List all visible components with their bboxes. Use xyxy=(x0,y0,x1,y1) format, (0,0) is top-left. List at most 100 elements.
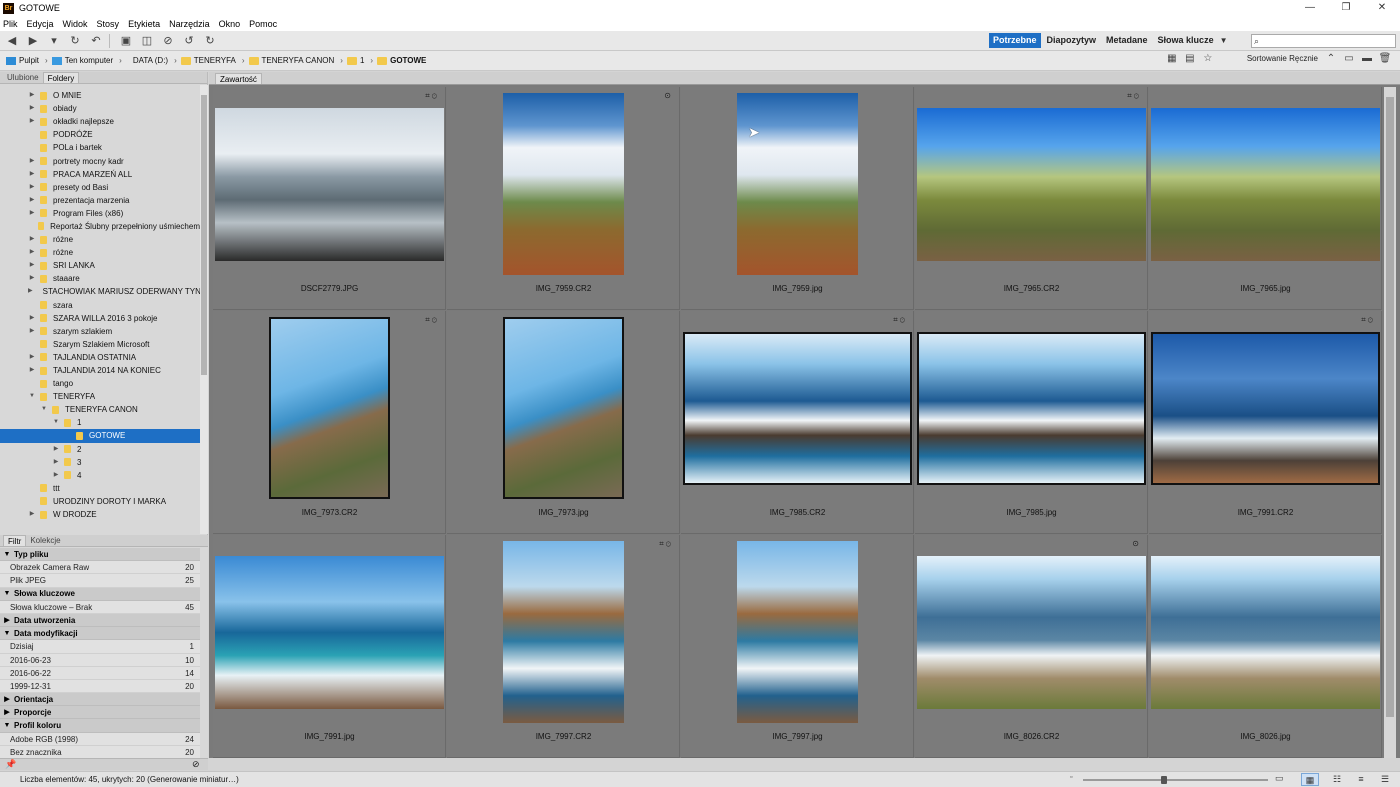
menu-stosy[interactable]: Stosy xyxy=(97,19,120,29)
breadcrumb-separator-icon[interactable]: › xyxy=(45,56,48,65)
thumbnail-filename[interactable]: IMG_7973.CR2 xyxy=(213,508,446,517)
folder-tree-item[interactable]: Szarym Szlakiem Microsoft xyxy=(0,338,200,351)
thumbnail-filename[interactable]: IMG_8026.jpg xyxy=(1149,732,1382,741)
breadcrumb-item[interactable]: DATA (D:) xyxy=(126,56,168,65)
forward-icon[interactable]: ▶ xyxy=(24,33,42,49)
folder-tree-item[interactable]: ▶ W DRODZE xyxy=(0,508,200,521)
workspace-diapozytyw[interactable]: Diapozytyw xyxy=(1043,33,1101,48)
menu-pomoc[interactable]: Pomoc xyxy=(249,19,277,29)
view-list-icon[interactable]: ≡ xyxy=(1352,773,1370,786)
breadcrumb-item[interactable]: 1 xyxy=(346,56,364,65)
tab-favorites[interactable]: Ulubione xyxy=(3,72,43,83)
rotate-right-icon[interactable]: ↻ xyxy=(201,33,219,49)
folder-tree-item[interactable]: szara xyxy=(0,299,200,312)
collapse-icon[interactable]: ▼ xyxy=(0,587,14,600)
menu-widok[interactable]: Widok xyxy=(63,19,88,29)
rotate-left-icon[interactable]: ↺ xyxy=(180,33,198,49)
filter-item[interactable]: Plik JPEG 25 xyxy=(0,574,200,588)
thumbnail-cell[interactable]: IMG_7965.jpg xyxy=(1149,87,1382,310)
thumbnail-image[interactable] xyxy=(215,556,444,709)
expanded-icon[interactable]: ▼ xyxy=(52,416,60,429)
filter-group-header[interactable]: ▼ Profil koloru xyxy=(0,719,200,733)
expand-icon[interactable]: ▶ xyxy=(28,194,36,207)
search-input[interactable] xyxy=(1261,36,1382,46)
breadcrumb-item[interactable]: TENERYFA CANON xyxy=(248,56,334,65)
expand-icon[interactable]: ▶ xyxy=(0,706,14,719)
folder-tree-item[interactable]: URODZINY DOROTY I MARKA xyxy=(0,495,200,508)
search-box[interactable]: ⌕ xyxy=(1251,34,1396,48)
collapse-icon[interactable]: ▼ xyxy=(0,548,14,561)
thumbnail-cell[interactable]: IMG_7997.jpg xyxy=(681,535,914,758)
thumbnail-image[interactable] xyxy=(503,541,624,723)
menu-narzedzia[interactable]: Narzędzia xyxy=(169,19,210,29)
thumbnail-filename[interactable]: IMG_7965.jpg xyxy=(1149,284,1382,293)
folder-tree-item[interactable]: ▶ 3 xyxy=(0,456,200,469)
folder-tree-item[interactable]: ▶ STACHOWIAK MARIUSZ ODERWANY TYN xyxy=(0,285,200,298)
breadcrumb-item[interactable]: TENERYFA xyxy=(180,56,236,65)
thumbnail-size-slider[interactable] xyxy=(1083,776,1268,784)
folder-tree-item[interactable]: ▶ portrety mocny kadr xyxy=(0,154,200,167)
filter-group-header[interactable]: ▶ Data utworzenia xyxy=(0,613,200,628)
collapse-icon[interactable]: ▼ xyxy=(0,627,14,640)
breadcrumb-item[interactable]: GOTOWE xyxy=(377,56,426,65)
menu-plik[interactable]: Plik xyxy=(3,19,18,29)
thumbnail-filename[interactable]: IMG_7965.CR2 xyxy=(915,284,1148,293)
expand-icon[interactable]: ▶ xyxy=(28,259,36,272)
expand-icon[interactable]: ▶ xyxy=(28,325,36,338)
back-icon[interactable]: ◀ xyxy=(3,33,21,49)
folder-tree-item[interactable]: ▶ presety od Basi xyxy=(0,181,200,194)
breadcrumb-item[interactable]: Pulpit xyxy=(6,56,39,65)
thumbnail-cell[interactable]: ⌗⊙ IMG_7985.CR2 xyxy=(681,311,914,534)
delete-icon[interactable]: 🗑 xyxy=(1376,53,1394,64)
breadcrumb-item[interactable]: Ten komputer xyxy=(51,56,113,65)
filter-group-header[interactable]: ▼ Słowa kluczowe xyxy=(0,587,200,601)
folder-tree-item[interactable]: ▶ SZARA WILLA 2016 3 pokoje xyxy=(0,312,200,325)
thumbnail-cell[interactable]: ⌗⊙ IMG_7997.CR2 xyxy=(447,535,680,758)
folder-tree-item[interactable]: ▶ różne xyxy=(0,246,200,259)
slider-thumb[interactable] xyxy=(1161,776,1167,784)
thumbnail-image[interactable] xyxy=(737,541,858,723)
filter-item[interactable]: 1999-12-31 20 xyxy=(0,679,200,694)
folder-tree-item[interactable]: ▶ prezentacja marzenia xyxy=(0,194,200,207)
thumbnail-cell[interactable]: ⌗⊙ IMG_7973.CR2 xyxy=(213,311,446,534)
filter-group-header[interactable]: ▶ Orientacja xyxy=(0,693,200,707)
breadcrumb-separator-icon[interactable]: › xyxy=(242,56,245,65)
thumbnail-image[interactable] xyxy=(917,332,1146,485)
thumbnail-image[interactable] xyxy=(737,93,858,275)
rating-filter-icon[interactable]: ☆ xyxy=(1199,53,1217,64)
workspace-potrzebne[interactable]: Potrzebne xyxy=(989,33,1041,48)
filter-group-header[interactable]: ▶ Proporcje xyxy=(0,706,200,720)
thumbnail-cell[interactable]: IMG_8026.jpg xyxy=(1149,535,1382,758)
collapse-icon[interactable]: ▼ xyxy=(0,719,14,732)
folder-tree-item[interactable]: ▶ TAJLANDIA 2014 NA KONIEC xyxy=(0,364,200,377)
filter-item[interactable]: 2016-06-23 10 xyxy=(0,653,200,667)
menu-edycja[interactable]: Edycja xyxy=(27,19,54,29)
return-icon[interactable]: ↶ xyxy=(87,33,105,49)
folder-tree-item[interactable]: ▶ 2 xyxy=(0,443,200,456)
new-folder-icon[interactable]: ▬ xyxy=(1358,53,1376,64)
content-scrollbar[interactable] xyxy=(1384,87,1396,758)
thumbnail-image[interactable] xyxy=(269,317,390,499)
breadcrumb-separator-icon[interactable]: › xyxy=(174,56,177,65)
tab-content[interactable]: Zawartość xyxy=(215,73,262,84)
expand-icon[interactable]: ▶ xyxy=(0,614,14,627)
view-options-icon[interactable]: ▤ xyxy=(1181,53,1199,64)
thumbnail-image[interactable] xyxy=(503,317,624,499)
thumbnail-image[interactable] xyxy=(503,93,624,275)
clear-filter-icon[interactable]: ⊘ xyxy=(192,759,200,770)
folder-tree-item[interactable]: ▶ PRACA MARZEŃ ALL xyxy=(0,168,200,181)
workspace-metadane[interactable]: Metadane xyxy=(1102,33,1152,48)
chevron-down-icon[interactable]: ▾ xyxy=(45,33,63,49)
thumbnail-image[interactable] xyxy=(917,108,1146,261)
tab-collections[interactable]: Kolekcje xyxy=(26,535,64,546)
expand-icon[interactable]: ▶ xyxy=(28,102,36,115)
view-thumbnails-icon[interactable]: ▦ xyxy=(1301,773,1319,786)
thumbnail-filename[interactable]: IMG_7959.CR2 xyxy=(447,284,680,293)
filter-group-header[interactable]: ▼ Data modyfikacji xyxy=(0,627,200,641)
thumbnail-filename[interactable]: IMG_7985.CR2 xyxy=(681,508,914,517)
recent-folders-icon[interactable]: ↻ xyxy=(66,33,84,49)
folder-tree-item[interactable]: ttt xyxy=(0,482,200,495)
thumbnail-image[interactable] xyxy=(917,556,1146,709)
menu-okno[interactable]: Okno xyxy=(219,19,241,29)
workspace-slowa-klucze[interactable]: Słowa klucze xyxy=(1154,33,1218,48)
